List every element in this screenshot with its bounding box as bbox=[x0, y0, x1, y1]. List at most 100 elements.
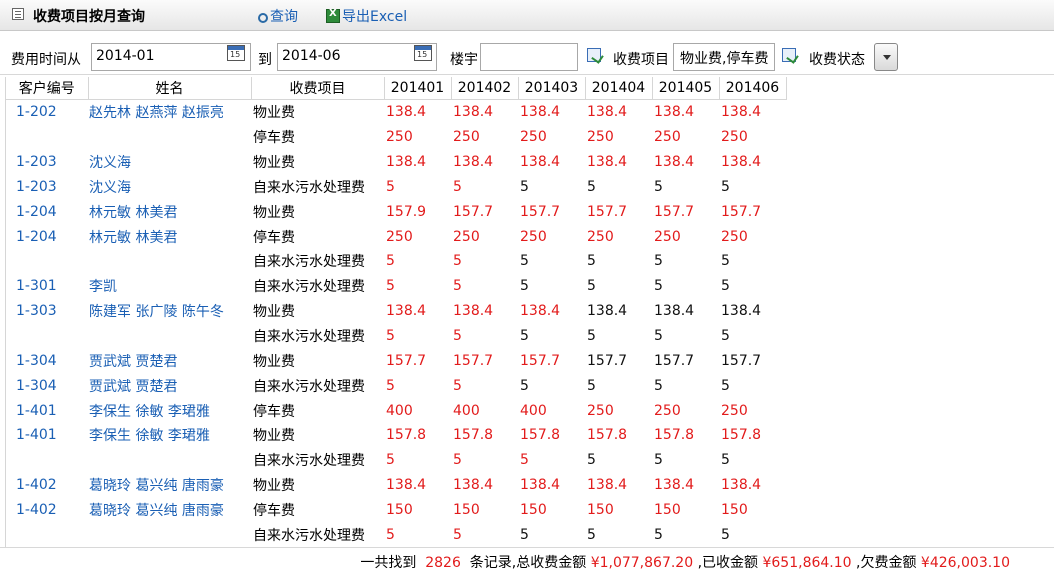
table-row: 1-304 贾武斌 贾楚君 物业费 157.7 157.7 157.7 157.7 157.7… bbox=[6, 348, 786, 373]
column-header[interactable]: 姓名 bbox=[88, 77, 252, 100]
customer-name-link[interactable] bbox=[88, 324, 251, 349]
customer-id-link[interactable] bbox=[6, 522, 88, 547]
fee-item-cell: 物业费 bbox=[253, 304, 295, 321]
customer-name-link[interactable]: 林元敏 林美君 bbox=[88, 224, 251, 249]
fee-item-cell: 物业费 bbox=[253, 204, 295, 221]
customer-name-link[interactable]: 赵先林 赵燕萍 赵振亮 bbox=[88, 100, 251, 125]
date-to-label: 到 bbox=[258, 52, 272, 68]
month-amount-cell: 5 bbox=[453, 452, 462, 469]
month-amount-cell: 138.4 bbox=[654, 303, 695, 320]
customer-name-link[interactable]: 李保生 徐敏 李珺雅 bbox=[88, 423, 251, 448]
customer-id-link[interactable] bbox=[6, 448, 88, 473]
summary-paid-label: ,已收金额 bbox=[697, 555, 759, 571]
month-amount-cell: 5 bbox=[520, 377, 529, 394]
column-header[interactable]: 客户编号 bbox=[6, 77, 89, 100]
record-count: 2826 bbox=[425, 555, 461, 571]
customer-id-link[interactable] bbox=[6, 125, 88, 150]
month-amount-cell: 138.4 bbox=[453, 303, 494, 320]
month-amount-cell: 250 bbox=[520, 129, 547, 146]
customer-name-link[interactable]: 葛晓玲 葛兴纯 唐雨豪 bbox=[88, 498, 251, 523]
customer-name-link[interactable]: 沈义海 bbox=[88, 150, 251, 175]
column-header[interactable]: 收费项目 bbox=[251, 77, 385, 100]
customer-id-link[interactable]: 1-204 bbox=[6, 224, 88, 249]
status-dropdown[interactable] bbox=[874, 43, 898, 71]
calendar-icon[interactable]: 15 bbox=[414, 43, 434, 63]
month-amount-cell: 138.4 bbox=[453, 104, 494, 121]
export-excel-button[interactable]: 导出Excel bbox=[326, 6, 407, 26]
month-amount-cell: 5 bbox=[520, 278, 529, 295]
customer-id-link[interactable]: 1-303 bbox=[6, 299, 88, 324]
customer-name-link[interactable]: 林元敏 林美君 bbox=[88, 199, 251, 224]
month-amount-cell: 5 bbox=[386, 377, 395, 394]
month-amount-cell: 250 bbox=[721, 129, 748, 146]
customer-id-link[interactable]: 1-401 bbox=[6, 398, 88, 423]
month-amount-cell: 138.4 bbox=[654, 477, 695, 494]
customer-name-link[interactable]: 贾武斌 贾楚君 bbox=[88, 373, 251, 398]
title-bar: 收费项目按月查询 查询 导出Excel bbox=[0, 0, 1054, 31]
customer-name-link[interactable]: 李保生 徐敏 李珺雅 bbox=[88, 398, 251, 423]
month-amount-cell: 250 bbox=[587, 402, 614, 419]
building-input[interactable] bbox=[480, 43, 578, 71]
month-amount-cell: 157.7 bbox=[721, 203, 762, 220]
customer-name-link[interactable]: 陈建军 张广陵 陈午冬 bbox=[88, 299, 251, 324]
column-header[interactable]: 201403 bbox=[518, 77, 586, 100]
customer-name-link[interactable]: 沈义海 bbox=[88, 175, 251, 200]
customer-id-link[interactable]: 1-203 bbox=[6, 175, 88, 200]
month-amount-cell: 157.7 bbox=[721, 352, 762, 369]
month-amount-cell: 157.8 bbox=[654, 427, 695, 444]
customer-id-link[interactable]: 1-304 bbox=[6, 348, 88, 373]
month-amount-cell: 157.7 bbox=[654, 203, 695, 220]
fee-item-cell: 停车费 bbox=[253, 502, 295, 519]
customer-id-link[interactable]: 1-202 bbox=[6, 100, 88, 125]
building-picker-icon[interactable] bbox=[587, 48, 601, 62]
customer-id-link[interactable]: 1-204 bbox=[6, 199, 88, 224]
fee-item-cell: 物业费 bbox=[253, 155, 295, 172]
column-header[interactable]: 201401 bbox=[384, 77, 452, 100]
month-amount-cell: 250 bbox=[587, 129, 614, 146]
customer-id-link[interactable]: 1-301 bbox=[6, 274, 88, 299]
column-header[interactable]: 201402 bbox=[451, 77, 519, 100]
calendar-day: 15 bbox=[230, 50, 241, 59]
column-header[interactable]: 201406 bbox=[719, 77, 787, 100]
customer-name-link[interactable] bbox=[88, 249, 251, 274]
calendar-icon[interactable]: 15 bbox=[227, 43, 247, 63]
query-button[interactable]: 查询 bbox=[258, 6, 298, 26]
customer-id-link[interactable]: 1-203 bbox=[6, 150, 88, 175]
month-amount-cell: 400 bbox=[453, 402, 480, 419]
month-amount-cell: 5 bbox=[587, 253, 596, 270]
month-amount-cell: 5 bbox=[386, 253, 395, 270]
customer-name-link[interactable] bbox=[88, 448, 251, 473]
item-input[interactable]: 物业费,停车费 bbox=[673, 43, 775, 71]
column-header[interactable]: 201405 bbox=[652, 77, 720, 100]
customer-id-link[interactable] bbox=[6, 249, 88, 274]
customer-name-link[interactable]: 李凯 bbox=[88, 274, 251, 299]
month-amount-cell: 138.4 bbox=[453, 477, 494, 494]
item-picker-icon[interactable] bbox=[782, 48, 796, 62]
customer-id-link[interactable]: 1-402 bbox=[6, 498, 88, 523]
month-amount-cell: 138.4 bbox=[520, 303, 561, 320]
month-amount-cell: 5 bbox=[453, 526, 462, 543]
table-row: 1-204 林元敏 林美君 停车费 250 250 250 250 250 250 bbox=[6, 224, 786, 249]
month-amount-cell: 138.4 bbox=[721, 303, 762, 320]
customer-name-link[interactable] bbox=[88, 522, 251, 547]
month-amount-cell: 250 bbox=[453, 129, 480, 146]
table-row: 1-303 陈建军 张广陵 陈午冬 物业费 138.4 138.4 138.4 138.4 1… bbox=[6, 299, 786, 324]
month-amount-cell: 5 bbox=[453, 328, 462, 345]
table-header-row: 客户编号 姓名 收费项目 201401 201402 201403 201404… bbox=[6, 77, 787, 100]
date-to-input[interactable]: 2014-06 bbox=[277, 43, 437, 71]
summary-total-label: 条记录,总收费金额 bbox=[469, 555, 587, 571]
fee-item-cell: 物业费 bbox=[253, 353, 295, 370]
month-amount-cell: 138.4 bbox=[587, 303, 628, 320]
customer-name-link[interactable]: 贾武斌 贾楚君 bbox=[88, 348, 251, 373]
customer-name-link[interactable] bbox=[88, 125, 251, 150]
column-header[interactable]: 201404 bbox=[585, 77, 653, 100]
customer-id-link[interactable] bbox=[6, 324, 88, 349]
customer-name-link[interactable]: 葛晓玲 葛兴纯 唐雨豪 bbox=[88, 473, 251, 498]
customer-id-link[interactable]: 1-402 bbox=[6, 473, 88, 498]
month-amount-cell: 5 bbox=[654, 452, 663, 469]
month-amount-cell: 5 bbox=[453, 278, 462, 295]
fee-item-cell: 停车费 bbox=[253, 403, 295, 420]
fee-item-cell: 自来水污水处理费 bbox=[253, 254, 365, 271]
customer-id-link[interactable]: 1-304 bbox=[6, 373, 88, 398]
customer-id-link[interactable]: 1-401 bbox=[6, 423, 88, 448]
